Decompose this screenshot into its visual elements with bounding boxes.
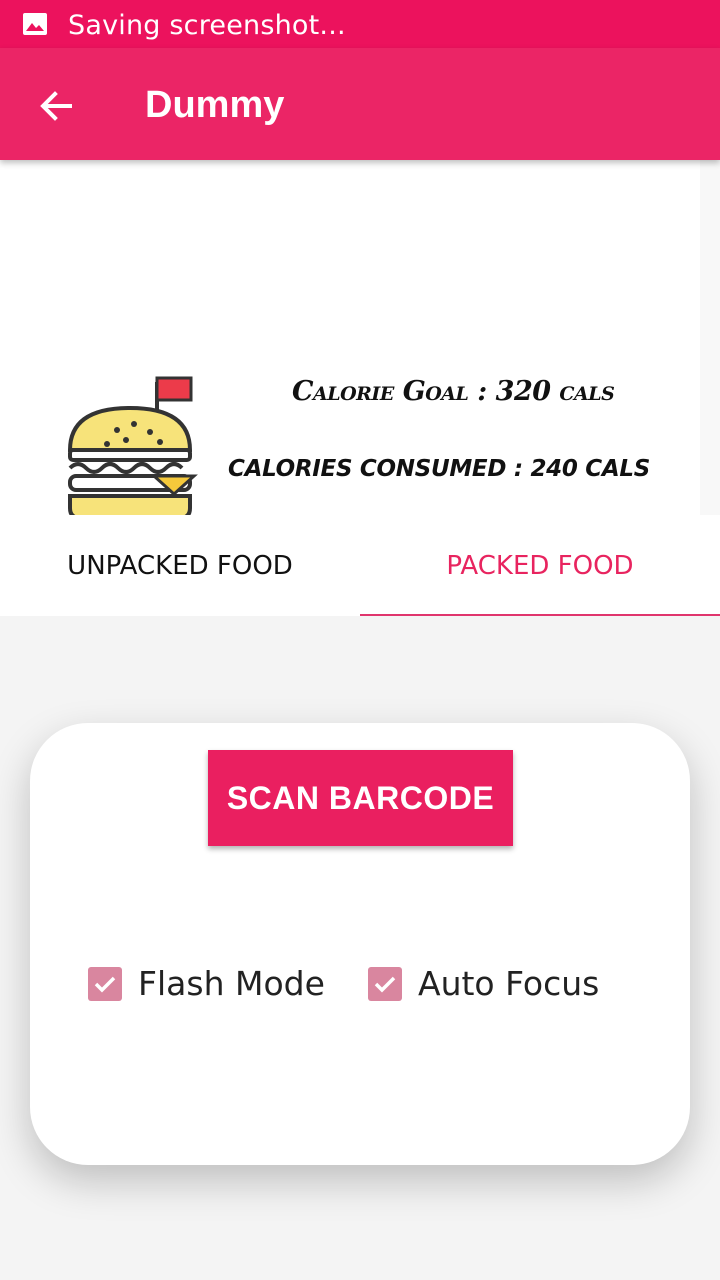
food-tabs: UNPACKED FOOD PACKED FOOD <box>0 515 720 616</box>
app-bar: Dummy <box>0 48 720 160</box>
calorie-goal-text: Calorie Goal : 320 cals <box>292 376 615 407</box>
arrow-back-icon[interactable] <box>36 86 76 126</box>
auto-focus-label: Auto Focus <box>418 964 600 1003</box>
tab-indicator <box>360 614 720 616</box>
page-title: Dummy <box>145 84 285 126</box>
checkmark-icon <box>368 966 402 1001</box>
tab-packed-food[interactable]: PACKED FOOD <box>360 515 720 616</box>
status-bar: Saving screenshot... <box>0 0 720 48</box>
auto-focus-checkbox[interactable]: Auto Focus <box>368 964 599 1003</box>
flash-mode-label: Flash Mode <box>138 964 325 1003</box>
scan-barcode-button[interactable]: SCAN BARCODE <box>208 750 513 846</box>
scroll-edge <box>700 160 720 515</box>
burger-flag-icon <box>67 376 198 520</box>
calories-consumed-text: CALORIES CONSUMED : 240 CALS <box>228 456 650 482</box>
checkmark-icon <box>88 966 122 1001</box>
tab-unpacked-food[interactable]: UNPACKED FOOD <box>0 515 360 616</box>
flash-mode-checkbox[interactable]: Flash Mode <box>88 964 325 1003</box>
image-icon <box>23 13 47 35</box>
scanner-card: SCAN BARCODE Flash Mode Auto Focus <box>30 723 690 1165</box>
status-text: Saving screenshot... <box>68 10 346 41</box>
